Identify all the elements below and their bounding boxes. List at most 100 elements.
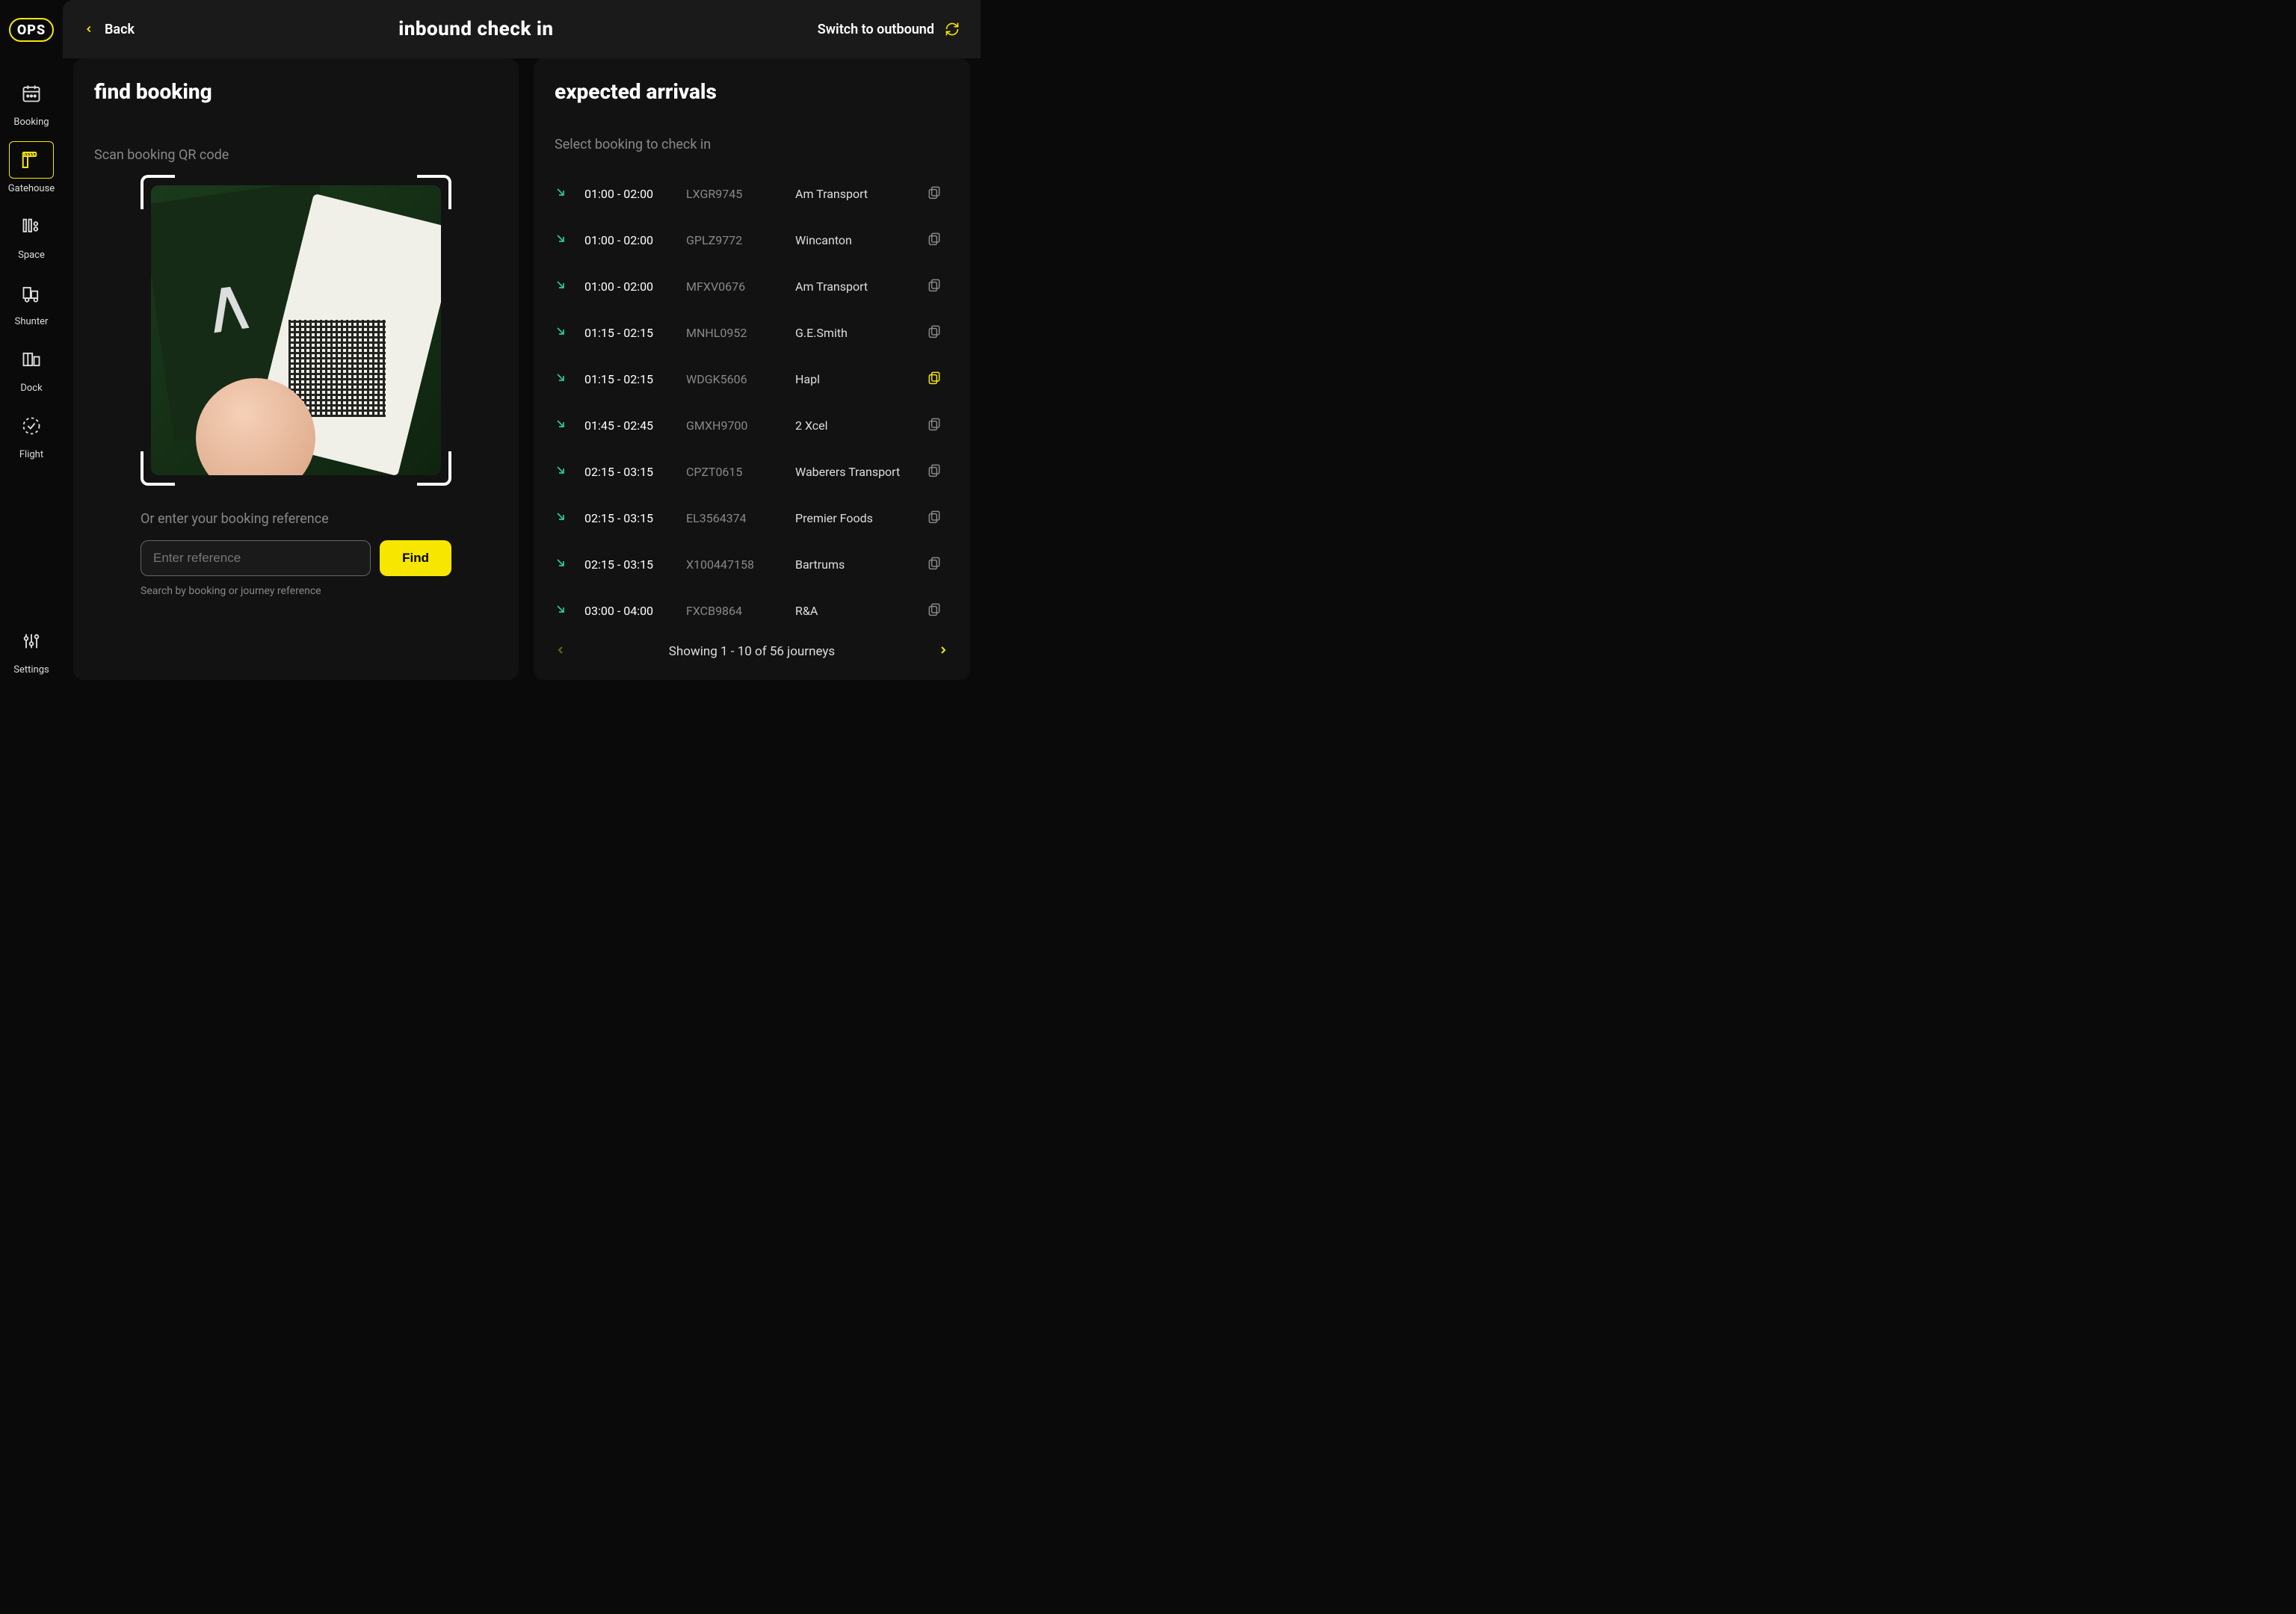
arrivals-list: 01:00 - 02:00LXGR9745Am Transport01:00 -… — [555, 170, 949, 634]
sidebar-item-label: Gatehouse — [8, 183, 55, 194]
space-icon — [9, 208, 54, 245]
arrival-time: 01:00 - 02:00 — [584, 233, 674, 247]
sidebar-item-dock[interactable]: Dock — [5, 341, 58, 394]
arrival-reference: FXCB9864 — [686, 604, 783, 618]
arrival-time: 01:00 - 02:00 — [584, 279, 674, 294]
reference-input[interactable] — [141, 540, 371, 576]
arrival-reference: EL3564374 — [686, 511, 783, 525]
arrival-company: Wincanton — [795, 233, 915, 247]
qr-camera-preview — [151, 185, 441, 475]
switch-direction-button[interactable]: Switch to outbound — [818, 22, 960, 37]
sidebar-item-label: Booking — [13, 117, 49, 128]
page-title: inbound check in — [135, 18, 818, 40]
arrival-time: 01:45 - 02:45 — [584, 418, 674, 433]
inbound-arrow-icon — [555, 603, 573, 618]
sidebar-item-label: Space — [18, 250, 45, 261]
arrival-row[interactable]: 01:00 - 02:00 GPLZ9772 Wincanton — [555, 217, 949, 263]
sidebar-item-shunter[interactable]: Shunter — [5, 274, 58, 327]
clipboard-icon[interactable] — [927, 602, 949, 619]
arrival-company: Hapl — [795, 372, 915, 386]
arrival-row[interactable]: 01:15 - 02:15WDGK5606Hapl — [555, 356, 949, 402]
arrival-company: Premier Foods — [795, 511, 915, 525]
arrival-reference: GMXH9700 — [686, 418, 783, 433]
arrival-row[interactable]: 02:15 - 03:15EL3564374Premier Foods — [555, 495, 949, 541]
switch-label: Switch to outbound — [818, 22, 934, 37]
settings-icon — [9, 622, 54, 660]
arrival-reference: LXGR9745 — [686, 187, 783, 201]
clipboard-icon[interactable] — [927, 231, 949, 249]
topbar: Back inbound check in Switch to outbound — [63, 0, 981, 58]
arrival-row[interactable]: 01:00 - 02:00MFXV0676Am Transport — [555, 263, 949, 309]
sidebar: OPS Booking Gatehouse Space Shunter Dock Flig… — [0, 0, 63, 690]
sidebar-item-label: Dock — [20, 383, 42, 394]
clipboard-icon[interactable] — [927, 185, 949, 202]
arrival-company: Am Transport — [795, 187, 915, 201]
arrival-time: 02:15 - 03:15 — [584, 557, 674, 572]
arrival-reference: CPZT0615 — [686, 465, 783, 479]
inbound-arrow-icon — [555, 371, 573, 386]
chevron-right-icon — [937, 644, 949, 656]
arrival-time: 01:15 - 02:15 — [584, 372, 674, 386]
arrival-company: Bartrums — [795, 557, 915, 572]
gate-icon — [9, 141, 54, 179]
scan-label: Scan booking QR code — [94, 147, 498, 163]
sidebar-item-gatehouse[interactable]: Gatehouse — [5, 141, 58, 194]
inbound-arrow-icon — [555, 279, 573, 294]
sidebar-item-label: Shunter — [15, 316, 49, 327]
clipboard-icon[interactable] — [927, 370, 949, 388]
pager-next-button[interactable] — [937, 644, 949, 659]
find-button[interactable]: Find — [380, 540, 451, 576]
brand-logo: OPS — [9, 18, 54, 42]
pager: Showing 1 - 10 of 56 journeys — [555, 644, 949, 659]
clipboard-icon[interactable] — [927, 324, 949, 341]
clipboard-icon[interactable] — [927, 416, 949, 434]
calendar-icon — [9, 75, 54, 112]
expected-arrivals-panel: expected arrivals Select booking to chec… — [534, 58, 970, 680]
arrival-company: 2 Xcel — [795, 418, 915, 433]
inbound-arrow-icon — [555, 325, 573, 340]
back-button[interactable]: Back — [84, 22, 135, 37]
arrivals-heading: expected arrivals — [555, 79, 949, 104]
arrival-time: 01:00 - 02:00 — [584, 187, 674, 201]
inbound-arrow-icon — [555, 232, 573, 247]
sidebar-item-space[interactable]: Space — [5, 208, 58, 261]
arrival-time: 01:15 - 02:15 — [584, 326, 674, 340]
arrival-time: 02:15 - 03:15 — [584, 465, 674, 479]
arrival-reference: GPLZ9772 — [686, 233, 783, 247]
back-label: Back — [105, 22, 135, 37]
reference-hint: Search by booking or journey reference — [141, 585, 451, 597]
clipboard-icon[interactable] — [927, 509, 949, 527]
clipboard-icon[interactable] — [927, 277, 949, 295]
inbound-arrow-icon — [555, 464, 573, 479]
dock-icon — [9, 341, 54, 378]
arrival-row[interactable]: 01:00 - 02:00 LXGR9745 Am Transport — [555, 170, 949, 217]
inbound-arrow-icon — [555, 510, 573, 525]
arrival-row[interactable]: 02:15 - 03:15X100447158Bartrums — [555, 541, 949, 587]
flight-icon — [9, 407, 54, 445]
main: Back inbound check in Switch to outbound… — [63, 0, 981, 690]
pager-prev-button[interactable] — [555, 644, 567, 659]
arrival-row[interactable]: 03:00 - 04:00FXCB9864R&A — [555, 587, 949, 634]
nav-list: Booking Gatehouse Space Shunter Dock Flight — [5, 75, 58, 460]
chevron-left-icon — [555, 644, 567, 656]
arrival-row[interactable]: 01:15 - 02:15MNHL0952G.E.Smith — [555, 309, 949, 356]
sidebar-item-label: Flight — [19, 449, 43, 460]
arrival-reference: MFXV0676 — [686, 279, 783, 294]
inbound-arrow-icon — [555, 186, 573, 201]
arrival-row[interactable]: 01:45 - 02:45 GMXH9700 2 Xcel — [555, 402, 949, 448]
arrivals-sub: Select booking to check in — [555, 137, 949, 152]
arrival-row[interactable]: 02:15 - 03:15CPZT0615Waberers Transport — [555, 448, 949, 495]
sidebar-item-settings[interactable]: Settings — [5, 622, 58, 675]
pager-text: Showing 1 - 10 of 56 journeys — [567, 644, 937, 659]
clipboard-icon[interactable] — [927, 463, 949, 480]
find-booking-panel: find booking Scan booking QR code — [73, 58, 519, 680]
arrival-reference: MNHL0952 — [686, 326, 783, 340]
sidebar-item-flight[interactable]: Flight — [5, 407, 58, 460]
sidebar-item-label: Settings — [13, 664, 49, 675]
inbound-arrow-icon — [555, 557, 573, 572]
clipboard-icon[interactable] — [927, 555, 949, 573]
find-booking-heading: find booking — [94, 79, 498, 104]
sidebar-item-booking[interactable]: Booking — [5, 75, 58, 128]
inbound-arrow-icon — [555, 418, 573, 433]
qr-scan-frame[interactable] — [141, 175, 451, 486]
